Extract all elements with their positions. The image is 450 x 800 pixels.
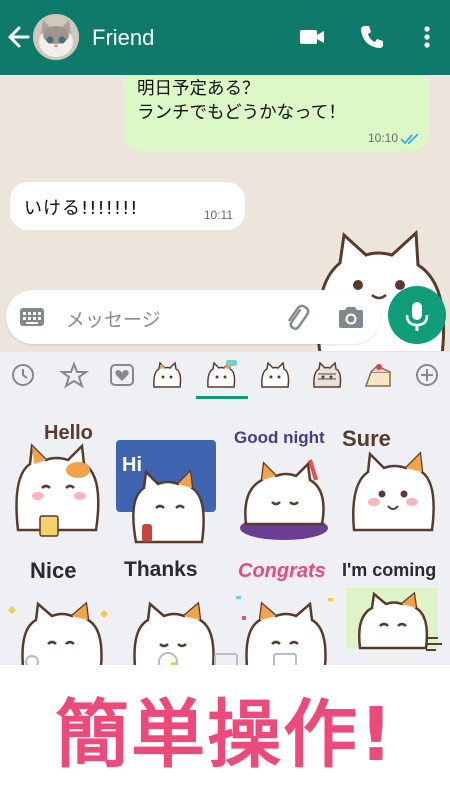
- sticker-label: Congrats: [238, 560, 326, 582]
- contact-name[interactable]: Friend: [92, 25, 154, 51]
- chat-header: Friend: [0, 0, 450, 75]
- message-time: 10:10: [367, 131, 398, 145]
- sticker-label: I'm coming: [342, 560, 437, 580]
- recent-icon[interactable]: [6, 360, 40, 390]
- sticker-sure[interactable]: Sure: [340, 420, 446, 546]
- message-text: いける!!!!!!!: [24, 198, 139, 219]
- cat-pack-2-icon[interactable]: [204, 360, 238, 390]
- arrow-left-icon[interactable]: [6, 22, 32, 52]
- more-vertical-icon[interactable]: [412, 22, 442, 52]
- microphone-icon: [405, 302, 429, 331]
- message-time: 10:11: [203, 208, 233, 222]
- heart-icon[interactable]: [105, 360, 139, 390]
- avatar[interactable]: [33, 14, 79, 60]
- promo-banner-text: 簡単操作!: [55, 692, 395, 778]
- outgoing-message[interactable]: 明日予定ある？ ランチでもどうかなって！ 10:10: [123, 75, 430, 151]
- sticker-label: Sure: [342, 426, 391, 451]
- message-line: ランチでもどうかなって！: [137, 103, 346, 123]
- sticker-label: Good night: [234, 428, 325, 447]
- voice-record-button[interactable]: [388, 286, 446, 344]
- add-icon[interactable]: [410, 360, 444, 390]
- active-tab-indicator: [196, 396, 248, 399]
- paperclip-icon[interactable]: [281, 302, 311, 332]
- camera-icon[interactable]: [336, 304, 366, 330]
- sticker-good-night[interactable]: Good night: [232, 420, 338, 546]
- sticker-tabs: [0, 352, 450, 399]
- sticker-label: Thanks: [124, 558, 198, 581]
- sticker-hello[interactable]: Hello: [8, 420, 114, 546]
- incoming-message[interactable]: いける!!!!!!! 10:11: [10, 182, 245, 230]
- sticker-label: Nice: [30, 558, 77, 583]
- sticker-hi[interactable]: Hi: [114, 438, 220, 564]
- message-line: 明日予定ある？: [137, 79, 260, 99]
- cat-pack-3-icon[interactable]: [258, 360, 292, 390]
- cat-pack-4-icon[interactable]: [310, 360, 344, 390]
- sticker-label: Hello: [44, 422, 93, 444]
- cat-pack-5-icon[interactable]: [361, 360, 395, 390]
- phone-icon[interactable]: [357, 22, 387, 52]
- sticker-label: Hi: [122, 454, 142, 476]
- keyboard-icon[interactable]: [19, 306, 45, 328]
- read-ticks-icon: [400, 133, 419, 145]
- message-input[interactable]: メッセージ: [66, 305, 161, 332]
- favorite-star-icon[interactable]: [57, 360, 91, 390]
- promo-banner: 簡単操作!: [0, 665, 450, 800]
- cat-pack-1-icon[interactable]: [150, 360, 184, 390]
- video-camera-icon[interactable]: [297, 22, 327, 52]
- message-composer: メッセージ: [6, 290, 380, 344]
